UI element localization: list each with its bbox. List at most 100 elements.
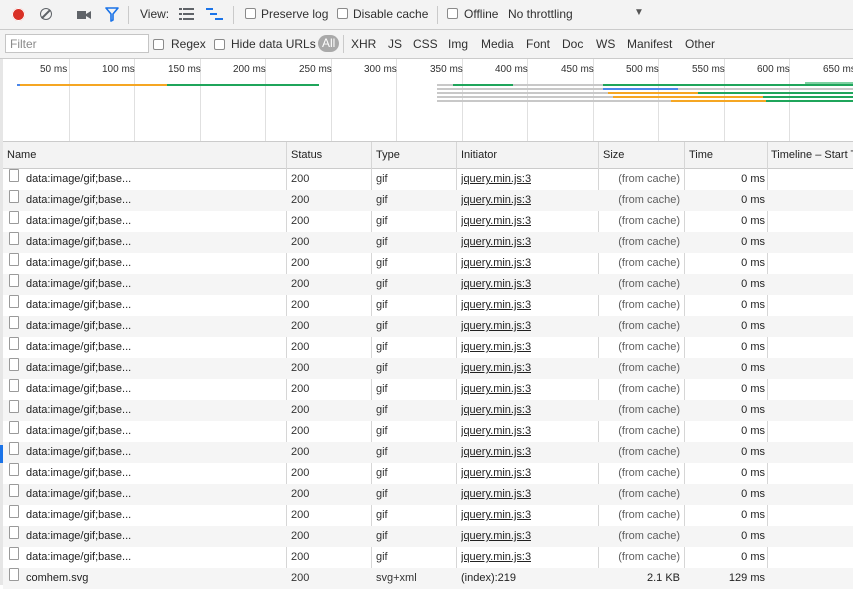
view-label: View: xyxy=(140,7,170,21)
request-initiator-link[interactable]: jquery.min.js:3 xyxy=(461,442,531,463)
table-row[interactable]: data:image/gif;base... 200 gif jquery.mi… xyxy=(3,274,853,295)
request-time: 0 ms xyxy=(741,446,765,458)
chevron-down-icon[interactable]: ▼ xyxy=(634,7,644,18)
request-time: 0 ms xyxy=(741,173,765,185)
file-icon xyxy=(9,169,19,182)
request-list: data:image/gif;base... 200 gif jquery.mi… xyxy=(3,169,853,589)
column-header-initiator[interactable]: Initiator xyxy=(457,142,599,168)
large-rows-icon[interactable] xyxy=(179,8,194,20)
timeline-overview[interactable]: 50 ms 100 ms 150 ms 200 ms 250 ms 300 ms… xyxy=(3,59,853,142)
column-header-type[interactable]: Type xyxy=(372,142,454,168)
type-filter-doc[interactable]: Doc xyxy=(562,37,583,51)
column-header-name[interactable]: Name xyxy=(3,142,285,168)
request-status: 200 xyxy=(291,299,310,311)
timeline-tick: 250 ms xyxy=(299,64,332,75)
table-row[interactable]: data:image/gif;base... 200 gif jquery.mi… xyxy=(3,379,853,400)
request-time: 0 ms xyxy=(741,488,765,500)
request-type: gif xyxy=(376,257,388,269)
type-filter-font[interactable]: Font xyxy=(526,37,550,51)
type-filter-img[interactable]: Img xyxy=(448,37,468,51)
record-icon[interactable] xyxy=(12,8,25,21)
table-row[interactable]: data:image/gif;base... 200 gif jquery.mi… xyxy=(3,526,853,547)
type-filter-media[interactable]: Media xyxy=(481,37,514,51)
column-header-size[interactable]: Size xyxy=(599,142,683,168)
table-row[interactable]: data:image/gif;base... 200 gif jquery.mi… xyxy=(3,547,853,568)
request-initiator-link[interactable]: jquery.min.js:3 xyxy=(461,379,531,400)
table-row[interactable]: data:image/gif;base... 200 gif jquery.mi… xyxy=(3,295,853,316)
request-time: 0 ms xyxy=(741,320,765,332)
disable-cache-checkbox[interactable] xyxy=(337,8,348,19)
column-header-status[interactable]: Status xyxy=(287,142,369,168)
table-row[interactable]: comhem.svg 200 svg+xml (index):219 2.1 K… xyxy=(3,568,853,589)
request-initiator-link[interactable]: jquery.min.js:3 xyxy=(461,169,531,190)
request-type: gif xyxy=(376,509,388,521)
request-name: data:image/gif;base... xyxy=(26,278,132,290)
request-initiator-link[interactable]: jquery.min.js:3 xyxy=(461,232,531,253)
timeline-bar xyxy=(763,96,853,98)
capture-screenshots-icon[interactable] xyxy=(77,10,91,20)
table-row[interactable]: data:image/gif;base... 200 gif jquery.mi… xyxy=(3,463,853,484)
preserve-log-label: Preserve log xyxy=(261,7,329,21)
request-initiator-link[interactable]: jquery.min.js:3 xyxy=(461,484,531,505)
overview-waterfall-icon[interactable] xyxy=(206,8,223,20)
filter-input[interactable] xyxy=(5,34,149,53)
request-name: comhem.svg xyxy=(26,572,89,584)
request-initiator-link[interactable]: jquery.min.js:3 xyxy=(461,526,531,547)
table-row[interactable]: data:image/gif;base... 200 gif jquery.mi… xyxy=(3,253,853,274)
request-time: 0 ms xyxy=(741,236,765,248)
request-initiator-link[interactable]: (index):219 xyxy=(461,568,516,589)
type-filter-manifest[interactable]: Manifest xyxy=(627,37,672,51)
table-row[interactable]: data:image/gif;base... 200 gif jquery.mi… xyxy=(3,316,853,337)
table-row[interactable]: data:image/gif;base... 200 gif jquery.mi… xyxy=(3,232,853,253)
timeline-tick: 650 ms xyxy=(823,64,853,75)
request-initiator-link[interactable]: jquery.min.js:3 xyxy=(461,505,531,526)
regex-checkbox[interactable] xyxy=(153,39,164,50)
type-filter-all[interactable]: All xyxy=(318,35,340,52)
table-row[interactable]: data:image/gif;base... 200 gif jquery.mi… xyxy=(3,358,853,379)
table-row[interactable]: data:image/gif;base... 200 gif jquery.mi… xyxy=(3,211,853,232)
type-filter-xhr[interactable]: XHR xyxy=(351,37,376,51)
timeline-bar xyxy=(603,88,678,90)
request-initiator-link[interactable]: jquery.min.js:3 xyxy=(461,358,531,379)
request-initiator-link[interactable]: jquery.min.js:3 xyxy=(461,316,531,337)
request-initiator-link[interactable]: jquery.min.js:3 xyxy=(461,400,531,421)
request-type: gif xyxy=(376,383,388,395)
request-initiator-link[interactable]: jquery.min.js:3 xyxy=(461,337,531,358)
table-row[interactable]: data:image/gif;base... 200 gif jquery.mi… xyxy=(3,169,853,190)
type-filter-ws[interactable]: WS xyxy=(596,37,615,51)
filter-icon[interactable] xyxy=(105,7,119,22)
file-icon xyxy=(9,316,19,329)
table-row[interactable]: data:image/gif;base... 200 gif jquery.mi… xyxy=(3,190,853,211)
request-name: data:image/gif;base... xyxy=(26,215,132,227)
throttling-select[interactable]: No throttling xyxy=(508,7,573,21)
request-status: 200 xyxy=(291,572,310,584)
table-row[interactable]: data:image/gif;base... 200 gif jquery.mi… xyxy=(3,400,853,421)
column-header-timeline[interactable]: Timeline – Start Time xyxy=(767,142,853,168)
type-filter-css[interactable]: CSS xyxy=(413,37,438,51)
table-row[interactable]: data:image/gif;base... 200 gif jquery.mi… xyxy=(3,421,853,442)
table-row[interactable]: data:image/gif;base... 200 gif jquery.mi… xyxy=(3,505,853,526)
regex-label: Regex xyxy=(171,37,206,51)
type-filter-other[interactable]: Other xyxy=(685,37,715,51)
request-initiator-link[interactable]: jquery.min.js:3 xyxy=(461,295,531,316)
request-initiator-link[interactable]: jquery.min.js:3 xyxy=(461,253,531,274)
request-initiator-link[interactable]: jquery.min.js:3 xyxy=(461,421,531,442)
request-initiator-link[interactable]: jquery.min.js:3 xyxy=(461,211,531,232)
table-row[interactable]: data:image/gif;base... 200 gif jquery.mi… xyxy=(3,442,853,463)
type-filter-js[interactable]: JS xyxy=(388,37,402,51)
request-initiator-link[interactable]: jquery.min.js:3 xyxy=(461,190,531,211)
table-row[interactable]: data:image/gif;base... 200 gif jquery.mi… xyxy=(3,337,853,358)
request-time: 0 ms xyxy=(741,362,765,374)
table-row[interactable]: data:image/gif;base... 200 gif jquery.mi… xyxy=(3,484,853,505)
request-initiator-link[interactable]: jquery.min.js:3 xyxy=(461,274,531,295)
request-size: (from cache) xyxy=(618,551,680,563)
request-time: 0 ms xyxy=(741,278,765,290)
clear-icon[interactable] xyxy=(40,8,52,20)
column-header-time[interactable]: Time xyxy=(685,142,765,168)
request-initiator-link[interactable]: jquery.min.js:3 xyxy=(461,463,531,484)
request-type: gif xyxy=(376,299,388,311)
preserve-log-checkbox[interactable] xyxy=(245,8,256,19)
hide-data-urls-checkbox[interactable] xyxy=(214,39,225,50)
offline-checkbox[interactable] xyxy=(447,8,458,19)
request-initiator-link[interactable]: jquery.min.js:3 xyxy=(461,547,531,568)
